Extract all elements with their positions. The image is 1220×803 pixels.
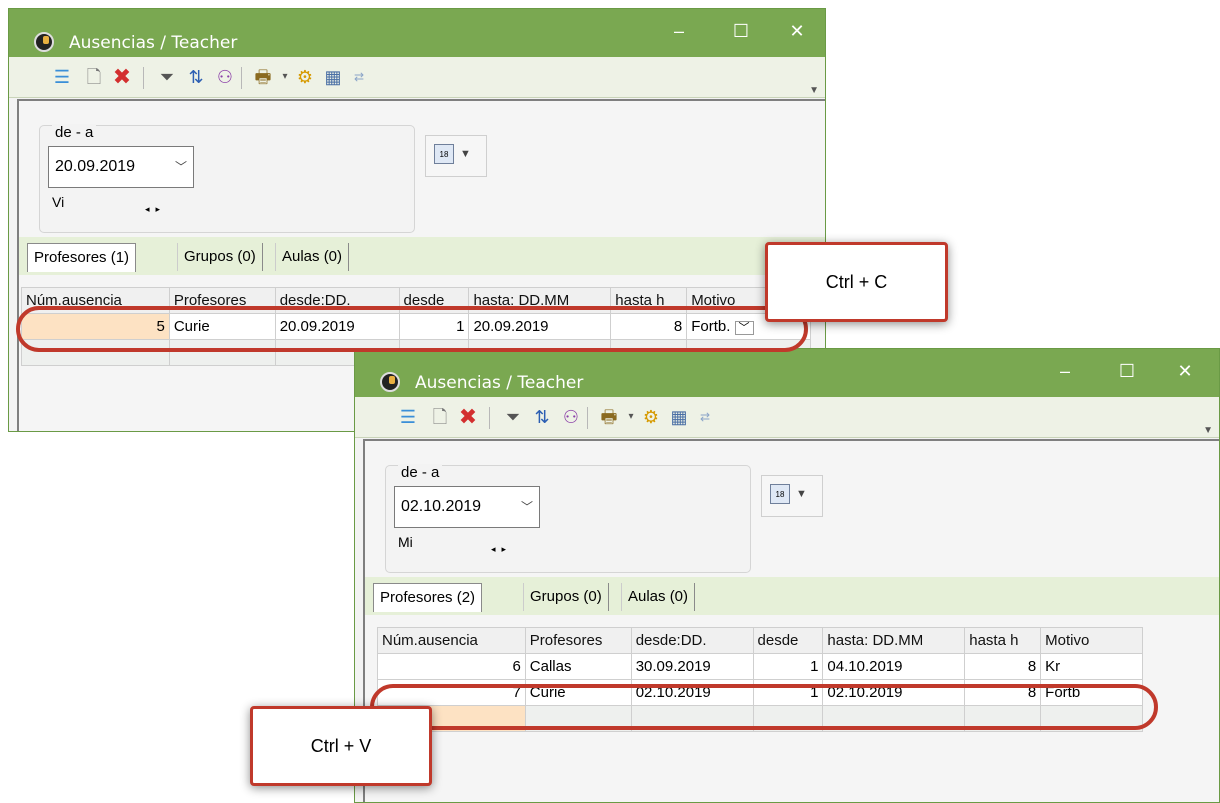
- date-value: 02.10.2019: [401, 498, 482, 515]
- calendar-icon: 18: [770, 484, 790, 504]
- date-step-arrows[interactable]: ◂▸: [491, 544, 512, 555]
- app-clock-icon: [34, 32, 54, 52]
- title-bar[interactable]: Ausencias / Teacher – ☐ ✕: [355, 349, 1219, 397]
- toolbar: ☰ 🗋 ✖ ⏷ ⇅ ⚇ 🖶 ▾ ⚙ ▦ ⇄ ▼: [355, 397, 1219, 438]
- window-title: Ausencias / Teacher: [69, 33, 238, 53]
- date-value: 20.09.2019: [55, 158, 136, 175]
- to-hour-cell[interactable]: 8: [964, 653, 1042, 680]
- date-range-label: de - a: [398, 464, 443, 481]
- tab-teachers[interactable]: Profesores (1): [27, 243, 137, 272]
- toolbar-separator: [143, 67, 144, 89]
- to-date-cell[interactable]: 04.10.2019: [822, 653, 966, 680]
- minimize-button[interactable]: –: [659, 19, 699, 43]
- absence-number-cell[interactable]: 6: [377, 653, 526, 680]
- date-range-label: de - a: [52, 124, 97, 141]
- tab-groups[interactable]: Grupos (0): [177, 243, 263, 271]
- tab-strip: Profesores (2) Grupos (0) Aulas (0): [365, 577, 1219, 615]
- print-icon[interactable]: 🖶: [253, 67, 273, 87]
- new-record-icon[interactable]: 🗋: [84, 67, 104, 87]
- from-date-cell[interactable]: 30.09.2019: [630, 653, 754, 680]
- copy-shortcut-callout: Ctrl + C: [765, 242, 948, 322]
- sort-icon[interactable]: ⇅: [532, 407, 552, 427]
- chevron-down-icon[interactable]: ▼: [460, 148, 471, 160]
- delete-icon[interactable]: ✖: [458, 406, 478, 428]
- close-button[interactable]: ✕: [777, 19, 817, 43]
- column-header[interactable]: Núm.ausencia: [377, 627, 526, 654]
- filter-icon[interactable]: ⏷: [503, 407, 523, 427]
- paste-shortcut-callout: Ctrl + V: [250, 706, 432, 786]
- chevron-down-icon[interactable]: ﹀: [175, 158, 187, 175]
- minimize-button[interactable]: –: [1045, 359, 1085, 383]
- close-button[interactable]: ✕: [1165, 359, 1205, 383]
- toolbar-overflow-icon[interactable]: ▼: [1203, 425, 1213, 436]
- title-bar[interactable]: Ausencias / Teacher – ☐ ✕: [9, 9, 825, 57]
- new-record-icon[interactable]: 🗋: [430, 407, 450, 427]
- teacher-cell[interactable]: Callas: [524, 653, 632, 680]
- list-view-icon[interactable]: ☰: [52, 67, 72, 87]
- toolbar: ☰ 🗋 ✖ ⏷ ⇅ ⚇ 🖶 ▾ ⚙ ▦ ⇄ ▼: [9, 57, 825, 98]
- tab-rooms[interactable]: Aulas (0): [621, 583, 696, 611]
- content-area: de - a 02.10.2019 ﹀ Mi ◂▸ 18 ▼ Profesore…: [363, 439, 1219, 802]
- sort-icon[interactable]: ⇅: [186, 67, 206, 87]
- column-header[interactable]: Motivo: [1040, 627, 1143, 654]
- teacher-link-icon[interactable]: ⚇: [215, 67, 235, 87]
- tab-teachers[interactable]: Profesores (2): [373, 583, 483, 612]
- app-clock-icon: [380, 372, 400, 392]
- pasted-row-highlight-oval: [370, 684, 1158, 730]
- export-icon[interactable]: ⇄: [349, 67, 369, 87]
- chevron-down-icon[interactable]: ﹀: [521, 498, 533, 515]
- absences-window-paste-target: Ausencias / Teacher – ☐ ✕ ☰ 🗋 ✖ ⏷ ⇅ ⚇ 🖶 …: [354, 348, 1220, 803]
- weekday-label: Mi: [398, 534, 413, 550]
- toolbar-separator: [489, 407, 490, 429]
- tab-strip: Profesores (1) Grupos (0) Aulas (0): [19, 237, 825, 275]
- settings-gear-icon[interactable]: ⚙: [641, 407, 661, 427]
- toolbar-overflow-icon[interactable]: ▼: [809, 85, 819, 96]
- column-header[interactable]: hasta h: [964, 627, 1042, 654]
- toolbar-separator: [587, 407, 588, 429]
- calendar-grid-icon[interactable]: ▦: [669, 407, 689, 427]
- tab-rooms[interactable]: Aulas (0): [275, 243, 350, 271]
- calendar-grid-icon[interactable]: ▦: [323, 67, 343, 87]
- copied-row-highlight-oval: [16, 306, 808, 352]
- date-range-group: de - a 20.09.2019 ﹀ Vi ◂▸: [39, 124, 415, 233]
- from-hour-cell[interactable]: 1: [752, 653, 824, 680]
- maximize-button[interactable]: ☐: [1107, 359, 1147, 383]
- date-range-group: de - a 02.10.2019 ﹀ Mi ◂▸: [385, 464, 751, 573]
- settings-gear-icon[interactable]: ⚙: [295, 67, 315, 87]
- delete-icon[interactable]: ✖: [112, 66, 132, 88]
- print-dropdown-icon[interactable]: ▾: [621, 407, 641, 427]
- reason-cell[interactable]: Kr: [1040, 653, 1143, 680]
- calendar-icon: 18: [434, 144, 454, 164]
- maximize-button[interactable]: ☐: [721, 19, 761, 43]
- print-icon[interactable]: 🖶: [599, 407, 619, 427]
- calendar-button[interactable]: 18 ▼: [425, 135, 487, 177]
- export-icon[interactable]: ⇄: [695, 407, 715, 427]
- date-picker[interactable]: 20.09.2019 ﹀: [48, 146, 194, 188]
- column-header[interactable]: Profesores: [524, 627, 632, 654]
- date-step-arrows[interactable]: ◂▸: [145, 204, 166, 215]
- teacher-link-icon[interactable]: ⚇: [561, 407, 581, 427]
- filter-icon[interactable]: ⏷: [157, 67, 177, 87]
- date-picker[interactable]: 02.10.2019 ﹀: [394, 486, 540, 528]
- window-title: Ausencias / Teacher: [415, 373, 584, 393]
- toolbar-separator: [241, 67, 242, 89]
- calendar-button[interactable]: 18 ▼: [761, 475, 823, 517]
- weekday-label: Vi: [52, 194, 65, 210]
- print-dropdown-icon[interactable]: ▾: [275, 67, 295, 87]
- column-header[interactable]: desde: [752, 627, 824, 654]
- chevron-down-icon[interactable]: ▼: [796, 488, 807, 500]
- table-header-row: Núm.ausencia Profesores desde:DD. desde …: [377, 627, 1143, 654]
- column-header[interactable]: desde:DD.: [630, 627, 754, 654]
- list-view-icon[interactable]: ☰: [398, 407, 418, 427]
- column-header[interactable]: hasta: DD.MM: [822, 627, 966, 654]
- tab-groups[interactable]: Grupos (0): [523, 583, 609, 611]
- table-row[interactable]: 6 Callas 30.09.2019 1 04.10.2019 8 Kr: [377, 653, 1143, 680]
